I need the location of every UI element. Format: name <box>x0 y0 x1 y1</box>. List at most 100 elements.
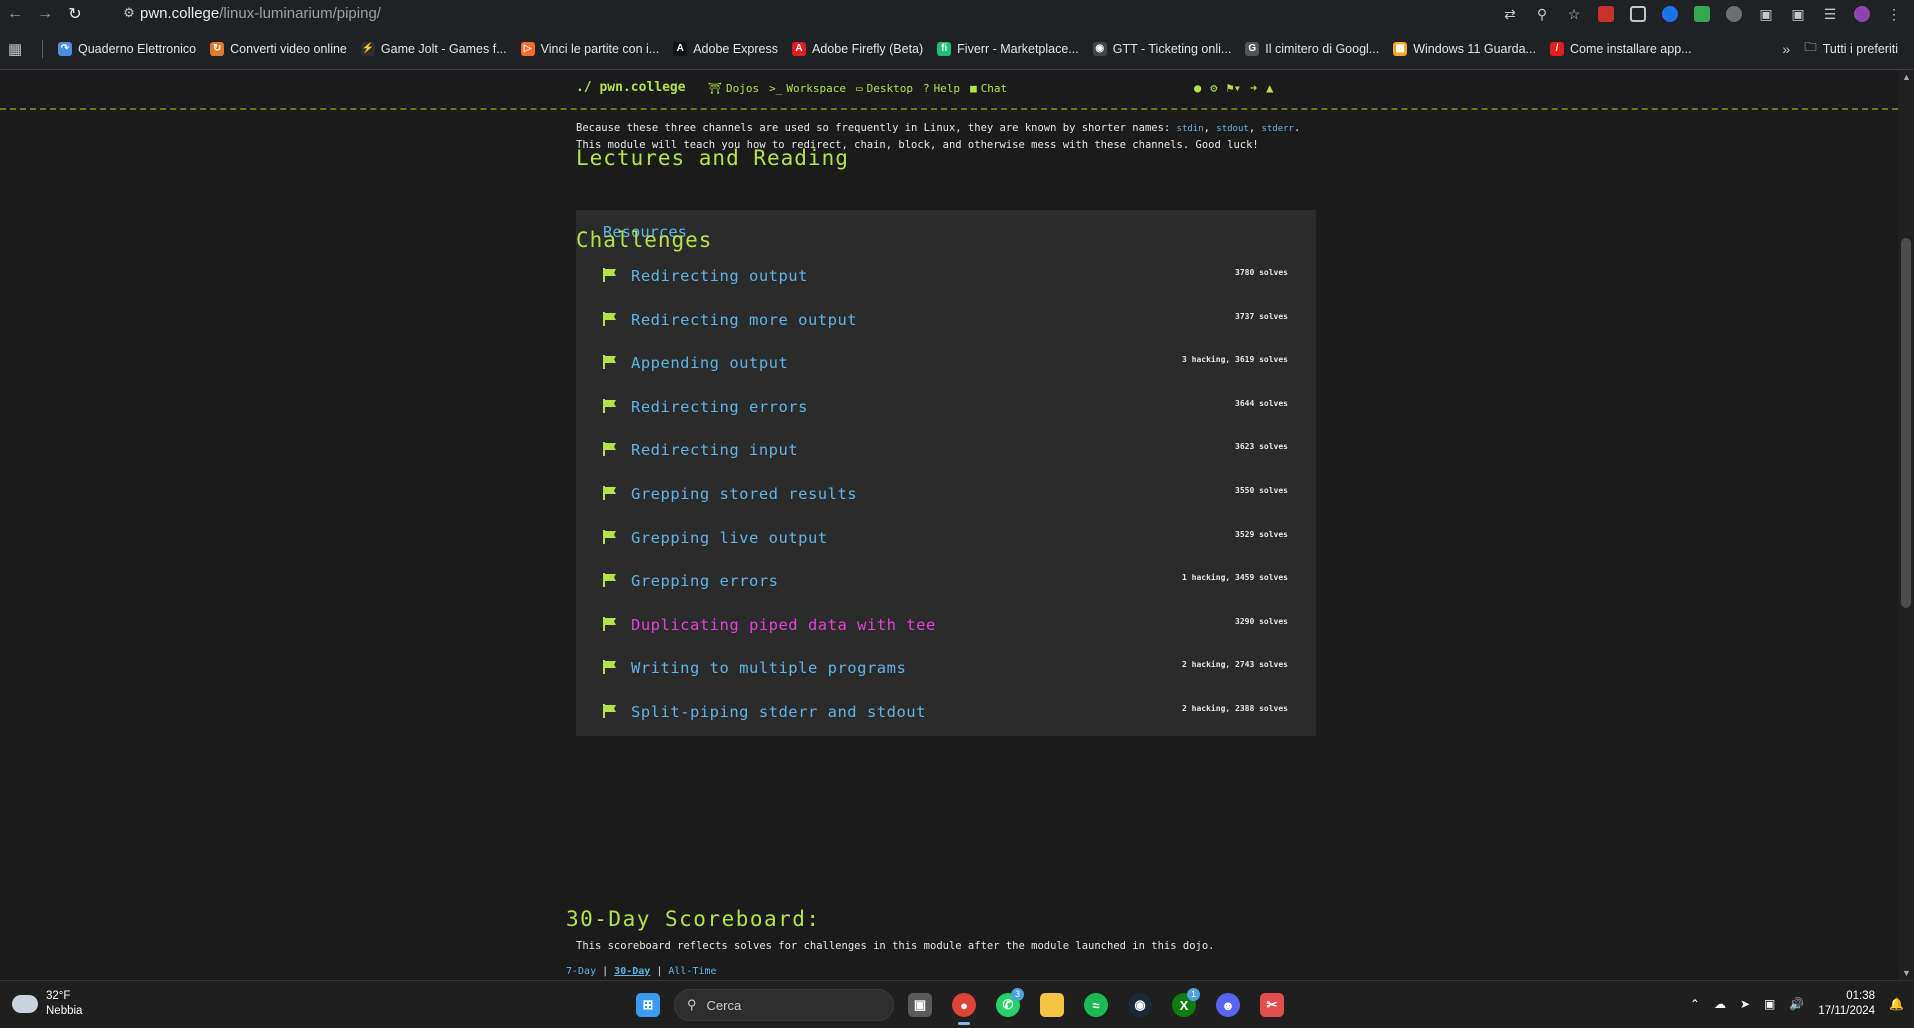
bookmark-item[interactable]: ↷ Quaderno Elettronico <box>51 35 203 63</box>
settings-icon[interactable]: ⚙ <box>1210 81 1217 95</box>
challenge-row[interactable]: Redirecting more output 3737 solves <box>576 297 1316 344</box>
challenge-row[interactable]: Grepping errors 1 hacking, 3459 solves <box>576 558 1316 605</box>
bookmark-item[interactable]: ◉ GTT - Ticketing onli... <box>1086 35 1239 63</box>
task-view-button[interactable]: ▣ <box>902 988 938 1022</box>
scrollbar-thumb[interactable] <box>1901 238 1911 608</box>
translate-icon[interactable]: ⇄ <box>1496 2 1524 26</box>
nav-link-chat[interactable]: ■ Chat <box>970 82 1007 95</box>
challenge-title[interactable]: Grepping live output <box>631 529 828 547</box>
site-info-icon[interactable]: ⚙ <box>118 5 140 21</box>
send-icon[interactable]: ➤ <box>1740 997 1750 1011</box>
url-text[interactable]: pwn.college/linux-luminarium/piping/ <box>140 5 381 22</box>
all-bookmarks-folder[interactable]: 🗀 Tutti i preferiti <box>1804 38 1914 59</box>
challenge-title[interactable]: Appending output <box>631 354 788 372</box>
nav-link-label: Workspace <box>786 82 846 95</box>
nav-link-dojos[interactable]: ⛩ Dojos <box>708 82 759 95</box>
extension-blue-icon[interactable] <box>1656 2 1684 26</box>
nav-link-desktop[interactable]: ▭ Desktop <box>856 82 913 95</box>
nav-link-label: Desktop <box>866 82 913 95</box>
bookmark-star-icon[interactable]: ☆ <box>1560 2 1588 26</box>
challenge-row[interactable]: Redirecting errors 3644 solves <box>576 384 1316 431</box>
challenge-title[interactable]: Writing to multiple programs <box>631 659 906 677</box>
bookmark-item[interactable]: fi Fiverr - Marketplace... <box>930 35 1086 63</box>
windows-logo-icon: ⊞ <box>636 993 660 1017</box>
start-button[interactable]: ⊞ <box>630 988 666 1022</box>
challenge-title[interactable]: Split-piping stderr and stdout <box>631 703 926 721</box>
bookmark-item[interactable]: ▦ Windows 11 Guarda... <box>1386 35 1543 63</box>
taskbar-search[interactable]: ⚲ Cerca <box>674 989 894 1021</box>
tab-separator: | <box>596 966 615 977</box>
extensions-puzzle-icon[interactable]: ▣ <box>1752 2 1780 26</box>
zoom-icon[interactable]: ⚲ <box>1528 2 1556 26</box>
challenge-title[interactable]: Redirecting more output <box>631 311 857 329</box>
brand-logo[interactable]: ./ pwn.college <box>576 80 686 95</box>
scoreboard-tab[interactable]: All-Time <box>668 966 716 977</box>
extension-caption-icon[interactable] <box>1624 2 1652 26</box>
challenge-title[interactable]: Redirecting input <box>631 441 798 459</box>
volume-icon[interactable]: 🔊 <box>1789 997 1804 1011</box>
collapse-icon[interactable]: ▲ <box>1266 81 1273 95</box>
notification-bell-icon[interactable]: 🔔 <box>1889 997 1904 1011</box>
bookmark-item[interactable]: / Come installare app... <box>1543 35 1699 63</box>
weather-widget[interactable]: 32°F Nebbia <box>12 989 82 1019</box>
bookmark-item[interactable]: ▷ Vinci le partite con i... <box>514 35 667 63</box>
challenge-row[interactable]: Redirecting output 3780 solves <box>576 253 1316 300</box>
bookmark-item[interactable]: G Il cimitero di Googl... <box>1238 35 1386 63</box>
onedrive-cloud-icon[interactable]: ☁ <box>1714 997 1726 1011</box>
logout-icon[interactable]: ➜ <box>1250 81 1257 95</box>
bookmark-item[interactable]: ⚡ Game Jolt - Games f... <box>354 35 514 63</box>
challenge-solve-count: 3 hacking, 3619 solves <box>1182 355 1288 364</box>
challenge-row[interactable]: Duplicating piped data with tee 3290 solv… <box>576 602 1316 649</box>
spotify-app[interactable]: ≈ <box>1078 988 1114 1022</box>
challenge-row[interactable]: Redirecting input 3623 solves <box>576 427 1316 474</box>
challenge-title[interactable]: Grepping stored results <box>631 485 857 503</box>
steam-app[interactable]: ◉ <box>1122 988 1158 1022</box>
scoreboard-tab[interactable]: 30-Day <box>614 966 650 977</box>
clock[interactable]: 01:38 17/11/2024 <box>1818 989 1875 1019</box>
nav-link-help[interactable]: ? Help <box>923 82 960 95</box>
extension-grey-icon[interactable] <box>1720 2 1748 26</box>
reading-list-icon[interactable]: ☰ <box>1816 2 1844 26</box>
challenge-row[interactable]: Split-piping stderr and stdout 2 hacking,… <box>576 689 1316 736</box>
challenge-title[interactable]: Redirecting errors <box>631 398 808 416</box>
scoreboard-tab[interactable]: 7-Day <box>566 966 596 977</box>
nav-link-label: Help <box>933 82 961 95</box>
xbox-app[interactable]: X1 <box>1166 988 1202 1022</box>
challenge-row[interactable]: Writing to multiple programs 2 hacking, 2… <box>576 645 1316 692</box>
flag-dropdown-icon[interactable]: ⚑▾ <box>1226 81 1240 95</box>
challenge-title[interactable]: Grepping errors <box>631 572 778 590</box>
challenge-title[interactable]: Redirecting output <box>631 267 808 285</box>
user-icon[interactable]: ● <box>1194 81 1201 95</box>
extension-red-icon[interactable] <box>1592 2 1620 26</box>
stdout-code: stdout <box>1216 124 1249 134</box>
reload-icon[interactable]: ↻ <box>60 0 90 28</box>
whatsapp-app[interactable]: ✆ 3 <box>990 988 1026 1022</box>
network-icon[interactable]: ▣ <box>1764 997 1775 1011</box>
file-explorer-app[interactable] <box>1034 988 1070 1022</box>
bookmark-item[interactable]: A Adobe Express <box>666 35 785 63</box>
forward-arrow-icon[interactable]: → <box>30 0 60 28</box>
address-bar[interactable]: ⚙ pwn.college/linux-luminarium/piping/ <box>118 0 1408 26</box>
more-bookmarks-icon[interactable]: » <box>1768 41 1804 57</box>
clock-time: 01:38 <box>1846 990 1876 1002</box>
chevron-up-icon[interactable]: ⌃ <box>1690 997 1700 1011</box>
chrome-app[interactable]: ● <box>946 988 982 1025</box>
scroll-up-arrow-icon[interactable]: ▲ <box>1902 72 1911 82</box>
screenshot-icon[interactable]: ▣ <box>1784 2 1812 26</box>
bookmark-item[interactable]: ↻ Converti video online <box>203 35 354 63</box>
challenge-row[interactable]: Grepping live output 3529 solves <box>576 515 1316 562</box>
discord-app[interactable]: ☻ <box>1210 988 1246 1022</box>
apps-grid-icon[interactable]: ▦ <box>8 40 34 58</box>
page-scrollbar[interactable]: ▲ ▼ <box>1898 70 1914 980</box>
scroll-down-arrow-icon[interactable]: ▼ <box>1902 968 1911 978</box>
snipping-tool-app[interactable]: ✂ <box>1254 988 1290 1022</box>
challenge-row[interactable]: Grepping stored results 3550 solves <box>576 471 1316 518</box>
profile-avatar[interactable] <box>1848 2 1876 26</box>
browser-menu-icon[interactable]: ⋮ <box>1880 2 1908 26</box>
extension-green-icon[interactable] <box>1688 2 1716 26</box>
nav-link-workspace[interactable]: >_ Workspace <box>769 82 846 95</box>
back-arrow-icon[interactable]: ← <box>0 0 30 28</box>
bookmark-item[interactable]: A Adobe Firefly (Beta) <box>785 35 930 63</box>
challenge-title[interactable]: Duplicating piped data with tee <box>631 616 936 634</box>
challenge-row[interactable]: Appending output 3 hacking, 3619 solves <box>576 340 1316 387</box>
